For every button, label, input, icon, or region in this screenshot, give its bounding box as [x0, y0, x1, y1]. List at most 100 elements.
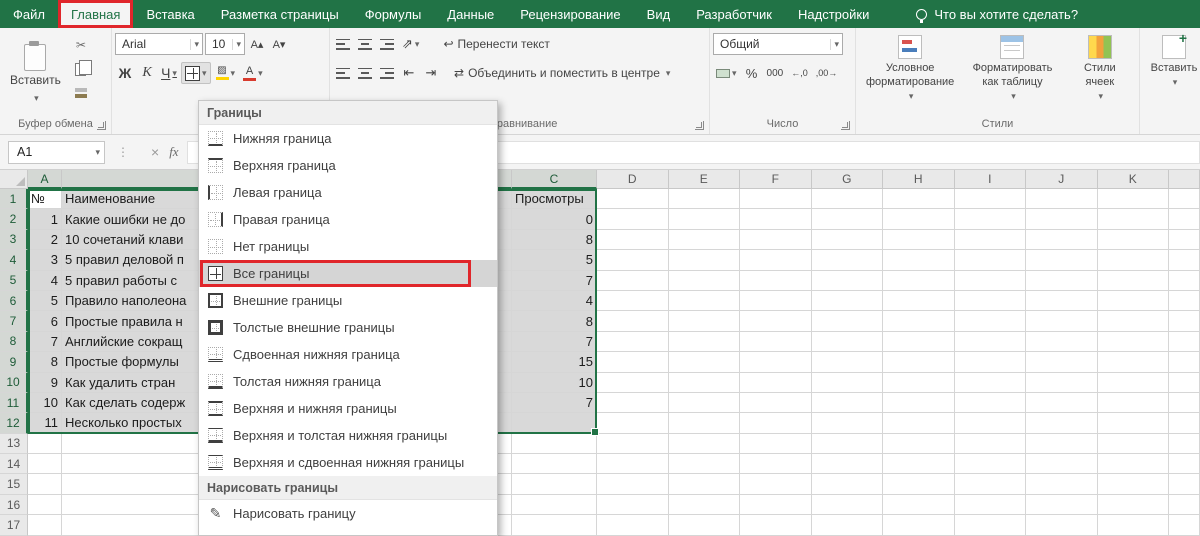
- cell-C7[interactable]: 8: [512, 311, 597, 332]
- underline-button[interactable]: Ч: [159, 62, 179, 84]
- menu-item-thick-bottom-border[interactable]: Толстая нижняя граница: [199, 368, 497, 395]
- row-header-10[interactable]: 10: [0, 372, 28, 393]
- insert-function-icon[interactable]: fx: [169, 144, 178, 160]
- cell-D15[interactable]: [597, 474, 669, 495]
- cell-J5[interactable]: [1026, 270, 1098, 291]
- cell-E15[interactable]: [668, 474, 740, 495]
- cell-F7[interactable]: [740, 311, 812, 332]
- cell-I13[interactable]: [954, 433, 1026, 455]
- cell-D17[interactable]: [597, 515, 669, 536]
- cell-K14[interactable]: [1097, 454, 1169, 475]
- cell-D8[interactable]: [597, 331, 669, 353]
- merge-center-button[interactable]: ⇄ Объединить и поместить в центре: [449, 61, 675, 85]
- cell-D2[interactable]: [597, 209, 669, 230]
- column-header-F[interactable]: F: [740, 170, 812, 189]
- cell-D3[interactable]: [597, 229, 669, 251]
- cell-J17[interactable]: [1026, 515, 1098, 536]
- comma-style-button[interactable]: 000: [764, 62, 787, 84]
- cell-H4[interactable]: [883, 250, 955, 271]
- cell-C13[interactable]: [512, 433, 597, 455]
- wrap-text-button[interactable]: ↩ Перенести текст: [438, 32, 554, 56]
- conditional-formatting-button[interactable]: Условное форматирование: [862, 31, 958, 117]
- cell-G4[interactable]: [811, 250, 883, 271]
- cell-E16[interactable]: [668, 494, 740, 516]
- cell-D14[interactable]: [597, 454, 669, 475]
- cell-F13[interactable]: [740, 433, 812, 455]
- cell-K6[interactable]: [1097, 290, 1169, 312]
- cell-H3[interactable]: [883, 229, 955, 251]
- cell-J4[interactable]: [1026, 250, 1098, 271]
- cell-C17[interactable]: [512, 515, 597, 536]
- cell-I4[interactable]: [954, 250, 1026, 271]
- cell-C6[interactable]: 4: [512, 290, 597, 312]
- cell-C3[interactable]: 8: [512, 229, 597, 251]
- cell-D5[interactable]: [597, 270, 669, 291]
- cell-F9[interactable]: [740, 352, 812, 373]
- cell-C10[interactable]: 10: [512, 372, 597, 393]
- row-header-7[interactable]: 7: [0, 311, 28, 332]
- cell-J9[interactable]: [1026, 352, 1098, 373]
- cell-A3[interactable]: 2: [28, 229, 62, 251]
- cell-F14[interactable]: [740, 454, 812, 475]
- cell-J12[interactable]: [1026, 413, 1098, 434]
- row-header-11[interactable]: 11: [0, 392, 28, 414]
- menu-item-left-border[interactable]: Левая граница: [199, 179, 497, 206]
- cell-K16[interactable]: [1097, 494, 1169, 516]
- cell-F12[interactable]: [740, 413, 812, 434]
- cell-F17[interactable]: [740, 515, 812, 536]
- cell-G3[interactable]: [811, 229, 883, 251]
- select-all-corner[interactable]: [0, 170, 28, 189]
- align-left-button[interactable]: [333, 62, 353, 84]
- cell-H11[interactable]: [883, 392, 955, 414]
- cell-C12[interactable]: [512, 413, 597, 434]
- cell-D1[interactable]: [597, 189, 669, 210]
- fill-color-button[interactable]: ▨: [213, 62, 239, 84]
- cell-G10[interactable]: [811, 372, 883, 393]
- cell-E4[interactable]: [668, 250, 740, 271]
- copy-button[interactable]: [70, 59, 93, 79]
- menu-item-top-bottom-border[interactable]: Верхняя и нижняя границы: [199, 395, 497, 422]
- cell-G9[interactable]: [811, 352, 883, 373]
- column-header-G[interactable]: G: [811, 170, 883, 189]
- cell-H10[interactable]: [883, 372, 955, 393]
- row-header-8[interactable]: 8: [0, 331, 28, 353]
- cell-J6[interactable]: [1026, 290, 1098, 312]
- format-as-table-button[interactable]: Форматировать как таблицу: [964, 31, 1060, 117]
- cell-K12[interactable]: [1097, 413, 1169, 434]
- row-header-1[interactable]: 1: [0, 189, 28, 210]
- cell-D12[interactable]: [597, 413, 669, 434]
- cell-K1[interactable]: [1097, 189, 1169, 210]
- cell-styles-button[interactable]: Стили ячеек: [1067, 31, 1133, 117]
- align-top-button[interactable]: [333, 33, 353, 55]
- cell-F6[interactable]: [740, 290, 812, 312]
- cut-button[interactable]: ✂: [70, 35, 92, 55]
- font-color-button[interactable]: А: [240, 62, 266, 84]
- cell-J11[interactable]: [1026, 392, 1098, 414]
- menu-item-right-border[interactable]: Правая граница: [199, 206, 497, 233]
- font-size-select[interactable]: 10 ▾: [205, 33, 245, 55]
- align-bottom-button[interactable]: [377, 33, 397, 55]
- cell-E10[interactable]: [668, 372, 740, 393]
- cell-K7[interactable]: [1097, 311, 1169, 332]
- cell-I11[interactable]: [954, 392, 1026, 414]
- cell-A8[interactable]: 7: [28, 331, 62, 353]
- menu-item-top-border[interactable]: Верхняя граница: [199, 152, 497, 179]
- cell-F15[interactable]: [740, 474, 812, 495]
- cell-K2[interactable]: [1097, 209, 1169, 230]
- menu-item-bottom-border[interactable]: Нижняя граница: [199, 125, 497, 152]
- column-header-C[interactable]: C: [512, 170, 597, 189]
- cell-A14[interactable]: [28, 454, 62, 475]
- cell-D6[interactable]: [597, 290, 669, 312]
- cell-G2[interactable]: [811, 209, 883, 230]
- cell-J8[interactable]: [1026, 331, 1098, 353]
- cell-I8[interactable]: [954, 331, 1026, 353]
- increase-font-size-button[interactable]: А▴: [247, 33, 267, 55]
- name-box[interactable]: A1 ▾: [8, 140, 105, 164]
- cell-G5[interactable]: [811, 270, 883, 291]
- cell-G14[interactable]: [811, 454, 883, 475]
- cell-A2[interactable]: 1: [28, 209, 62, 230]
- column-header-D[interactable]: D: [597, 170, 669, 189]
- alignment-dialog-launcher-icon[interactable]: [695, 121, 704, 130]
- percent-style-button[interactable]: %: [742, 62, 762, 84]
- cell-I10[interactable]: [954, 372, 1026, 393]
